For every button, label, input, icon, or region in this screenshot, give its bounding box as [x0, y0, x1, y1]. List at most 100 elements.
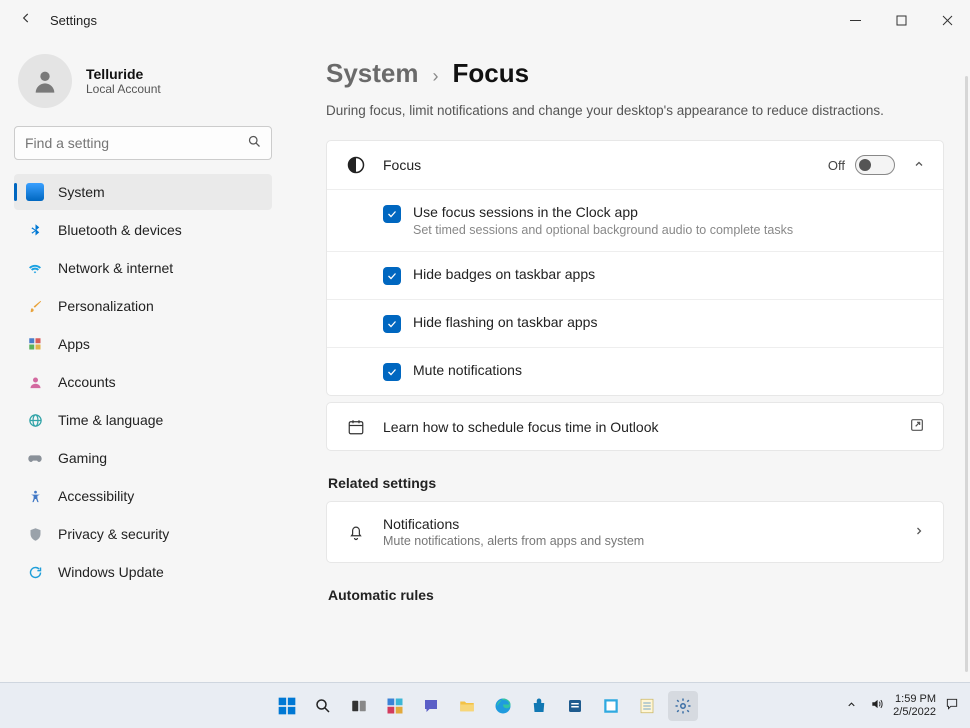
sidebar-item-personalization[interactable]: Personalization [14, 288, 272, 324]
system-icon [26, 183, 44, 201]
option-label: Hide badges on taskbar apps [413, 266, 595, 282]
apps-icon [26, 335, 44, 353]
sidebar: Telluride Local Account System [0, 40, 290, 682]
notifications-tray-icon[interactable] [942, 697, 962, 714]
chat-icon[interactable] [416, 691, 446, 721]
profile-sub: Local Account [86, 82, 161, 96]
checkbox-icon[interactable] [383, 315, 401, 333]
volume-icon[interactable] [867, 697, 887, 714]
search-icon [247, 134, 262, 154]
sidebar-item-accounts[interactable]: Accounts [14, 364, 272, 400]
chevron-right-icon [913, 524, 925, 540]
option-label: Mute notifications [413, 362, 522, 378]
nav-list: System Bluetooth & devices Network & int… [14, 174, 272, 590]
widgets-icon[interactable] [380, 691, 410, 721]
bluetooth-icon [26, 221, 44, 239]
notifications-title: Notifications [383, 516, 897, 532]
focus-header-row[interactable]: Focus Off [327, 141, 943, 189]
notifications-sub: Mute notifications, alerts from apps and… [383, 534, 897, 548]
app-title: Settings [50, 13, 97, 28]
related-settings-title: Related settings [328, 475, 944, 491]
focus-option-flashing[interactable]: Hide flashing on taskbar apps [327, 300, 943, 347]
outlook-link-card[interactable]: Learn how to schedule focus time in Outl… [326, 402, 944, 451]
sidebar-item-label: System [58, 184, 105, 200]
sidebar-item-update[interactable]: Windows Update [14, 554, 272, 590]
sidebar-item-label: Gaming [58, 450, 107, 466]
app-icon-2[interactable] [596, 691, 626, 721]
wifi-icon [26, 259, 44, 277]
sidebar-item-label: Personalization [58, 298, 154, 314]
edge-icon[interactable] [488, 691, 518, 721]
brush-icon [26, 297, 44, 315]
notifications-card[interactable]: Notifications Mute notifications, alerts… [326, 501, 944, 563]
settings-taskbar-icon[interactable] [668, 691, 698, 721]
avatar [18, 54, 72, 108]
globe-icon [26, 411, 44, 429]
search-box [14, 126, 272, 160]
checkbox-icon[interactable] [383, 363, 401, 381]
titlebar: Settings [0, 0, 970, 40]
focus-toggle-state: Off [828, 158, 845, 173]
back-button[interactable] [14, 11, 38, 29]
breadcrumb: System › Focus [326, 58, 944, 89]
sidebar-item-label: Accounts [58, 374, 116, 390]
page-description: During focus, limit notifications and ch… [326, 103, 944, 118]
sidebar-item-bluetooth[interactable]: Bluetooth & devices [14, 212, 272, 248]
focus-card: Focus Off Use focus sessions in the Cloc… [326, 140, 944, 396]
sidebar-item-gaming[interactable]: Gaming [14, 440, 272, 476]
search-input[interactable] [14, 126, 272, 160]
sidebar-item-accessibility[interactable]: Accessibility [14, 478, 272, 514]
close-button[interactable] [924, 0, 970, 40]
option-label: Hide flashing on taskbar apps [413, 314, 597, 330]
page-title: Focus [453, 58, 530, 89]
sidebar-item-system[interactable]: System [14, 174, 272, 210]
sidebar-item-time-language[interactable]: Time & language [14, 402, 272, 438]
taskbar-search[interactable] [308, 691, 338, 721]
focus-toggle[interactable] [855, 155, 895, 175]
scrollbar[interactable] [965, 76, 968, 672]
shield-icon [26, 525, 44, 543]
sidebar-item-label: Time & language [58, 412, 163, 428]
focus-option-badges[interactable]: Hide badges on taskbar apps [327, 252, 943, 299]
sidebar-item-label: Bluetooth & devices [58, 222, 182, 238]
outlook-link-label: Learn how to schedule focus time in Outl… [383, 419, 893, 435]
sidebar-item-privacy[interactable]: Privacy & security [14, 516, 272, 552]
explorer-icon[interactable] [452, 691, 482, 721]
system-tray: 1:59 PM 2/5/2022 [841, 693, 970, 718]
tray-chevron-icon[interactable] [841, 699, 861, 713]
option-sub: Set timed sessions and optional backgrou… [413, 223, 793, 237]
date-text: 2/5/2022 [893, 706, 936, 719]
sidebar-item-apps[interactable]: Apps [14, 326, 272, 362]
sidebar-item-label: Privacy & security [58, 526, 169, 542]
automatic-rules-title: Automatic rules [328, 587, 944, 603]
store-icon[interactable] [524, 691, 554, 721]
profile-name: Telluride [86, 66, 161, 82]
person-icon [26, 373, 44, 391]
time-text: 1:59 PM [893, 693, 936, 706]
gamepad-icon [26, 449, 44, 467]
main-content: System › Focus During focus, limit notif… [290, 40, 970, 682]
taskbar: 1:59 PM 2/5/2022 [0, 682, 970, 728]
profile-block[interactable]: Telluride Local Account [18, 54, 272, 108]
checkbox-icon[interactable] [383, 267, 401, 285]
focus-title: Focus [383, 157, 812, 173]
maximize-button[interactable] [878, 0, 924, 40]
calendar-icon [345, 418, 367, 436]
taskbar-apps [272, 691, 698, 721]
checkbox-icon[interactable] [383, 205, 401, 223]
breadcrumb-parent[interactable]: System [326, 58, 419, 89]
option-label: Use focus sessions in the Clock app [413, 204, 793, 220]
clock[interactable]: 1:59 PM 2/5/2022 [893, 693, 936, 718]
task-view-icon[interactable] [344, 691, 374, 721]
start-button[interactable] [272, 691, 302, 721]
app-icon-1[interactable] [560, 691, 590, 721]
chevron-up-icon[interactable] [913, 158, 925, 173]
update-icon [26, 563, 44, 581]
focus-option-clock[interactable]: Use focus sessions in the Clock app Set … [327, 190, 943, 251]
sidebar-item-label: Apps [58, 336, 90, 352]
sidebar-item-label: Network & internet [58, 260, 173, 276]
notepad-icon[interactable] [632, 691, 662, 721]
minimize-button[interactable] [832, 0, 878, 40]
sidebar-item-network[interactable]: Network & internet [14, 250, 272, 286]
focus-option-mute[interactable]: Mute notifications [327, 348, 943, 395]
